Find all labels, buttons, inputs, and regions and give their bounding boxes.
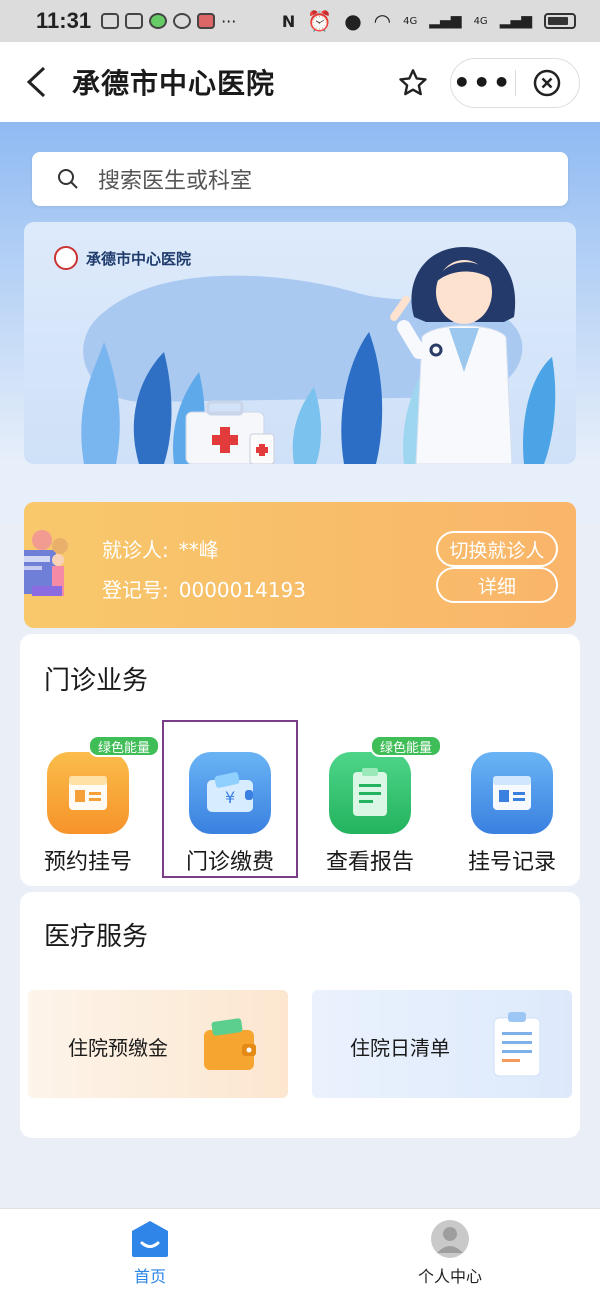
search-placeholder: 搜索医生或科室 (98, 169, 253, 194)
status-right: N ⏰ ● ◠ 4G ▂▄▆ 4G ▂▄▆ (282, 9, 576, 33)
signal-icon: ▂▄▆ (429, 13, 462, 29)
tab-profile[interactable]: 个人中心 (380, 1219, 520, 1287)
user-avatar-icon (431, 1220, 469, 1258)
page-title: 承德市中心医院 (72, 67, 276, 100)
green-energy-badge: 绿色能量 (370, 735, 443, 757)
patient-card: 就诊人: **峰 登记号: 0000014193 切换就诊人 详细 (24, 502, 576, 628)
patient-name-row: 就诊人: **峰 (102, 534, 219, 563)
tab-profile-label: 个人中心 (417, 1267, 482, 1286)
hospital-logo-icon (54, 246, 78, 270)
patient-reg-value: 0000014193 (178, 578, 306, 602)
notification-icon (125, 13, 144, 29)
calendar-card-icon (471, 752, 553, 834)
notification-icons: ··· (101, 12, 236, 31)
outpatient-section-title: 门诊业务 (44, 666, 149, 696)
inpatient-deposit-label: 住院预缴金 (68, 1036, 168, 1060)
clipboard-list-icon (493, 1012, 541, 1077)
back-button[interactable] (6, 42, 66, 122)
green-energy-badge: 绿色能量 (88, 735, 161, 757)
more-notifications-icon: ··· (221, 11, 237, 31)
battery-icon (544, 13, 576, 29)
banner-logo: 承德市中心医院 (54, 246, 191, 270)
favorite-button[interactable] (390, 60, 436, 106)
patient-detail-button[interactable]: 详细 (436, 567, 558, 603)
calendar-card-icon (47, 752, 129, 834)
signal-label-2: 4G (473, 15, 488, 27)
alarm-icon: ⏰ (307, 9, 333, 33)
close-button[interactable] (516, 68, 580, 98)
search-bar[interactable]: 搜索医生或科室 (32, 152, 568, 206)
service-label-view-report: 查看报告 (325, 850, 414, 875)
tab-home[interactable]: 首页 (80, 1219, 220, 1287)
service-item-view-report[interactable]: 查看报告 (308, 752, 432, 875)
chevron-left-icon (26, 66, 46, 98)
patient-reg-label: 登记号: (102, 578, 169, 602)
service-item-appointment[interactable]: 预约挂号 (26, 752, 150, 875)
search-icon (58, 169, 78, 189)
clipboard-report-icon (329, 752, 411, 834)
highlight-box (162, 720, 298, 878)
patient-name-label: 就诊人: (102, 538, 169, 562)
service-label-appointment: 预约挂号 (43, 850, 132, 875)
mini-program-capsule: ••• (450, 58, 580, 108)
patient-illustration-icon (24, 530, 68, 596)
nav-bar: 承德市中心医院 ••• (0, 42, 600, 122)
hospital-banner[interactable]: 承德市中心医院 (24, 222, 576, 464)
wifi-icon: ◠ (373, 9, 392, 33)
nfc-icon: N (281, 11, 296, 31)
patient-reg-row: 登记号: 0000014193 (102, 574, 306, 603)
status-time: 11:31 (36, 8, 92, 33)
chat-icon (173, 13, 192, 29)
status-bar: 11:31 ··· N ⏰ ● ◠ 4G ▂▄▆ 4G ▂▄▆ (0, 0, 600, 42)
bottom-tab-bar: 首页 个人中心 (0, 1208, 600, 1300)
tab-home-label: 首页 (133, 1267, 166, 1286)
patient-name-value: **峰 (178, 538, 219, 562)
switch-patient-button[interactable]: 切换就诊人 (436, 531, 558, 567)
notification-icon (101, 13, 120, 29)
service-label-registration-records: 挂号记录 (467, 850, 556, 875)
notification-icon (149, 13, 168, 29)
medical-section-title: 医疗服务 (44, 922, 149, 952)
notification-icon (197, 13, 216, 29)
more-button[interactable]: ••• (451, 69, 515, 97)
inpatient-daily-list-label: 住院日清单 (350, 1036, 450, 1060)
signal-icon: ▂▄▆ (499, 13, 532, 29)
close-circle-icon (534, 69, 561, 97)
signal-label-1: 4G (403, 15, 418, 27)
star-icon (399, 69, 427, 96)
service-item-registration-records[interactable]: 挂号记录 (450, 752, 574, 875)
wallet-icon (204, 1018, 256, 1070)
banner-hospital-name: 承德市中心医院 (86, 249, 192, 268)
location-icon: ● (344, 9, 362, 33)
home-icon (132, 1221, 168, 1257)
